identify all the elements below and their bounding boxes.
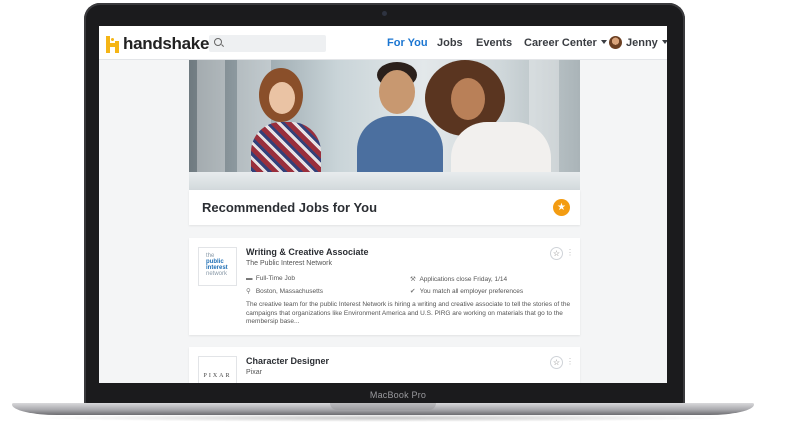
job-title[interactable]: Writing & Creative Associate [246,247,369,257]
search-box[interactable] [209,35,326,52]
job-deadline: ⚒ Applications close Friday, 1/14 [410,276,508,283]
user-menu[interactable]: Jenny [626,37,667,49]
nav-for-you[interactable]: For You [387,37,428,49]
nav-events[interactable]: Events [476,37,512,49]
brand-logo[interactable]: handshake [106,34,209,54]
job-location: ⚲ Boston, Massachusetts [246,288,324,295]
check-circle-icon: ✔ [410,288,416,295]
nav-career-center[interactable]: Career Center [524,37,607,49]
chevron-down-icon [600,40,607,44]
job-match: ✔ You match all employer preferences [410,288,524,295]
favorite-star-button[interactable]: ☆ [550,356,563,369]
search-input[interactable] [225,35,323,52]
user-name: Jenny [626,37,658,49]
more-options-icon[interactable]: ⋮ [566,357,574,366]
handshake-logo-icon [106,35,120,53]
briefcase-icon: ▬ [246,275,253,282]
nav-career-center-label: Career Center [524,37,597,49]
section-title: Recommended Jobs for You [202,200,378,215]
job-title[interactable]: Character Designer [246,356,329,366]
job-company[interactable]: Pixar [246,369,262,376]
camera-dot [382,11,387,16]
nav-jobs[interactable]: Jobs [437,37,463,49]
employer-logo: the public interest network [198,247,237,286]
more-options-icon[interactable]: ⋮ [566,248,574,257]
hero-image [189,60,580,190]
star-icon: ★ [553,199,570,216]
job-type: ▬ Full-Time Job [246,275,295,282]
favorite-star-button[interactable]: ☆ [550,247,563,260]
screen: handshake For You Jobs Events Career Cen… [99,26,667,383]
job-description: The creative team for the public Interes… [246,301,571,325]
location-pin-icon: ⚲ [246,288,251,295]
recommended-header-card: Recommended Jobs for You ★ [189,190,580,225]
laptop-notch [330,403,436,410]
brand-name: handshake [123,34,210,53]
chevron-down-icon [661,40,667,44]
job-card[interactable]: PIXAR Character Designer Pixar ☆ ⋮ [189,347,580,383]
gavel-icon: ⚒ [410,276,416,283]
search-icon [214,38,222,46]
laptop-shadow [30,414,736,422]
job-company[interactable]: The Public Interest Network [246,260,332,267]
top-navbar: handshake For You Jobs Events Career Cen… [99,26,667,60]
device-label: MacBook Pro [369,390,427,400]
avatar[interactable] [609,36,622,49]
employer-logo: PIXAR [198,356,237,383]
job-card[interactable]: the public interest network Writing & Cr… [189,238,580,335]
